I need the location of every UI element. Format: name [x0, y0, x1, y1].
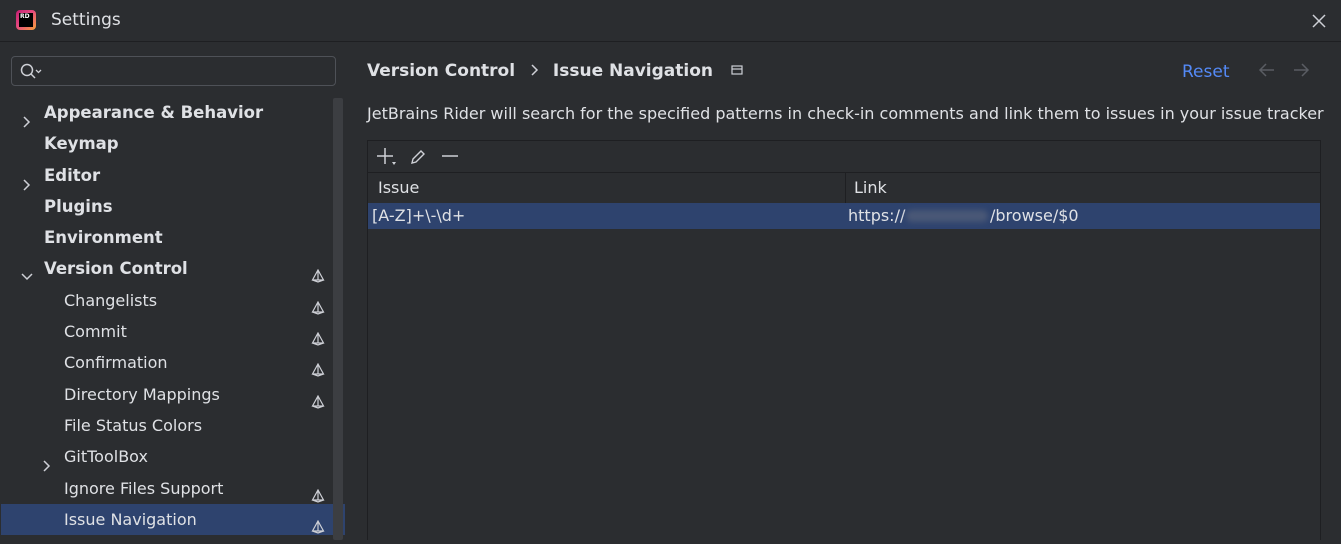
settings-content: Version Control Issue Navigation Reset J… — [346, 43, 1341, 540]
search-input[interactable] — [48, 60, 332, 84]
table-header: Issue Link — [368, 173, 1320, 203]
tree-item-label: Issue Navigation — [64, 509, 197, 529]
arrow-left-icon[interactable] — [1258, 62, 1276, 82]
issue-pattern-cell: [A-Z]+\-\d+ — [372, 206, 466, 225]
tree-item-label: Editor — [44, 165, 101, 185]
column-header-link[interactable]: Link — [854, 173, 887, 203]
tree-item-issue-navigation[interactable]: Issue Navigation — [1, 503, 345, 536]
tree-item-label: GitToolBox — [64, 447, 148, 467]
table-row[interactable]: [A-Z]+\-\d+ https:// /browse/$0 — [368, 203, 1320, 229]
chevron-down-icon[interactable] — [21, 262, 33, 281]
settings-sidebar: Appearance & Behavior Keymap Editor Plug… — [0, 43, 346, 540]
tree-item-directory-mappings[interactable]: Directory Mappings — [0, 379, 336, 410]
page-description: JetBrains Rider will search for the spec… — [367, 104, 1324, 123]
link-prefix-cell: https:// — [848, 206, 906, 225]
tree-item-label: Commit — [64, 322, 127, 342]
tree-item-file-status-colors[interactable]: File Status Colors — [0, 410, 336, 441]
sidebar-scrollbar[interactable] — [333, 98, 343, 540]
chevron-right-icon[interactable] — [41, 451, 51, 472]
tree-item-label: Version Control — [44, 259, 188, 279]
tree-item-label: Appearance & Behavior — [44, 103, 264, 122]
rider-app-icon: RD — [16, 10, 36, 30]
tree-item-gittoolbox[interactable]: GitToolBox — [0, 441, 336, 472]
tree-item-ignore-files-support[interactable]: Ignore Files Support — [0, 473, 336, 504]
tree-item-label: File Status Colors — [64, 415, 203, 435]
breadcrumb: Version Control Issue Navigation — [367, 61, 743, 81]
table-toolbar — [368, 141, 1320, 173]
tree-item-version-control[interactable]: Version Control — [0, 253, 336, 284]
tree-item-environment[interactable]: Environment — [0, 222, 336, 253]
link-suffix-cell: /browse/$0 — [990, 206, 1079, 225]
tree-item-label: Plugins — [44, 196, 113, 216]
tree-item-label: Environment — [44, 228, 163, 248]
remove-icon[interactable] — [440, 147, 460, 167]
chevron-right-icon[interactable] — [21, 170, 31, 191]
arrow-right-icon[interactable] — [1292, 62, 1310, 82]
issue-patterns-table: Issue Link [A-Z]+\-\d+ https:// /browse/… — [367, 140, 1321, 540]
tree-item-changelists[interactable]: Changelists — [0, 285, 336, 316]
tree-item-label: Changelists — [64, 290, 158, 310]
chevron-right-icon[interactable] — [21, 107, 31, 128]
breadcrumb-current: Issue Navigation — [552, 61, 714, 81]
tree-item-confirmation[interactable]: Confirmation — [0, 347, 336, 378]
tree-item-commit[interactable]: Commit — [0, 316, 336, 347]
window-title: Settings — [51, 10, 121, 30]
edit-pencil-icon[interactable] — [408, 147, 428, 167]
tree-item-label: Confirmation — [64, 353, 168, 373]
project-level-icon — [311, 513, 325, 544]
tree-item-keymap[interactable]: Keymap — [0, 128, 336, 159]
tree-item-label: Keymap — [44, 134, 119, 154]
title-bar: RD Settings — [0, 0, 1341, 42]
column-header-issue[interactable]: Issue — [378, 173, 419, 203]
column-divider[interactable] — [845, 173, 846, 203]
tree-item-plugins[interactable]: Plugins — [0, 191, 336, 222]
reset-button[interactable]: Reset — [1182, 62, 1230, 82]
close-icon[interactable] — [1311, 13, 1327, 29]
settings-tree: Appearance & Behavior Keymap Editor Plug… — [0, 97, 345, 536]
tree-item-appearance-behavior[interactable]: Appearance & Behavior — [0, 97, 336, 128]
tree-item-label: Directory Mappings — [64, 384, 220, 404]
page-window-icon — [731, 61, 743, 81]
search-icon[interactable] — [20, 63, 44, 85]
chevron-right-icon — [529, 61, 539, 81]
app-icon-text: RD — [19, 13, 33, 27]
redacted-host — [906, 210, 988, 222]
breadcrumb-parent[interactable]: Version Control — [367, 61, 515, 81]
add-icon[interactable] — [376, 147, 396, 167]
tree-item-editor[interactable]: Editor — [0, 160, 336, 191]
search-box[interactable] — [11, 56, 336, 86]
tree-item-label: Ignore Files Support — [64, 478, 224, 498]
